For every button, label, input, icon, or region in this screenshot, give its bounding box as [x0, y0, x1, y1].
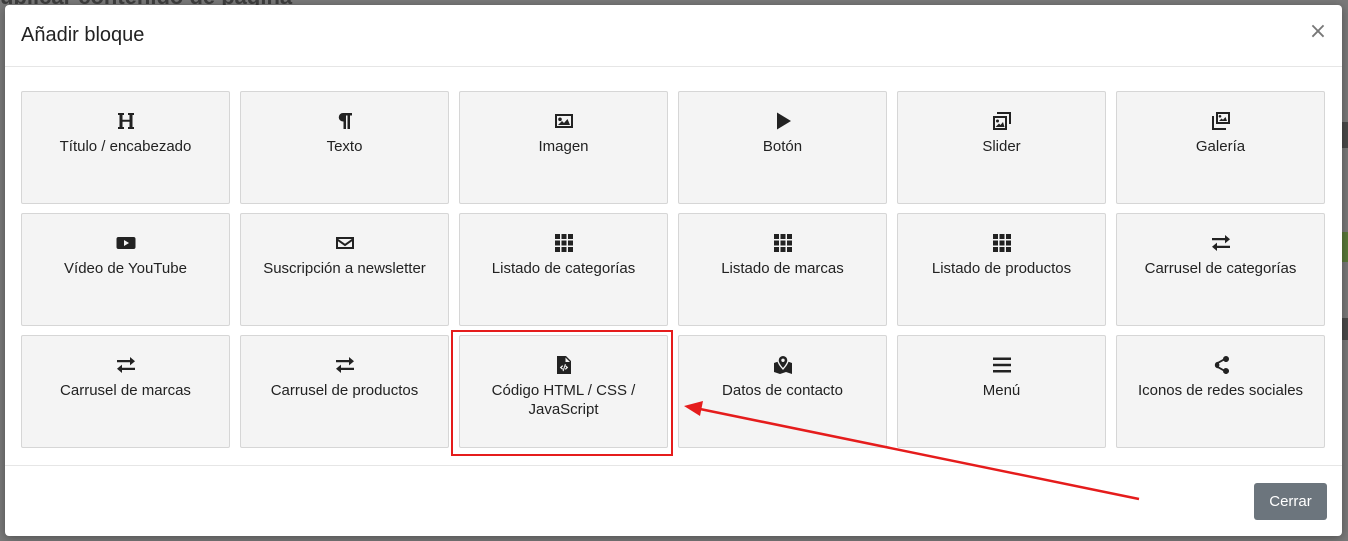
exchange-icon — [1210, 232, 1232, 254]
block-option-label: Suscripción a newsletter — [263, 260, 426, 277]
block-option[interactable]: Suscripción a newsletter — [240, 213, 449, 326]
images-icon — [991, 110, 1013, 132]
block-option[interactable]: Datos de contacto — [678, 335, 887, 448]
block-option-label: Imagen — [538, 138, 589, 155]
grid-icon — [991, 232, 1013, 254]
envelope-icon — [335, 237, 354, 249]
close-icon[interactable]: × — [1308, 21, 1328, 43]
modal-body: Título / encabezado Texto Imagen Botón Slide… — [21, 91, 1325, 448]
block-option[interactable]: Listado de productos — [897, 213, 1106, 326]
grid-icon — [773, 234, 792, 252]
map-marked-icon — [773, 356, 792, 374]
block-option[interactable]: Vídeo de YouTube — [21, 213, 230, 326]
block-option-label: Vídeo de YouTube — [64, 260, 187, 277]
block-option-label: Título / encabezado — [59, 138, 192, 155]
block-option-label: Carrusel de categorías — [1144, 260, 1297, 277]
file-code-icon — [556, 356, 571, 374]
images-icon — [992, 112, 1011, 130]
block-option[interactable]: Iconos de redes sociales — [1116, 335, 1325, 448]
block-option-label: Carrusel de productos — [270, 382, 419, 399]
grid-icon — [554, 234, 573, 252]
image-icon — [554, 114, 573, 128]
share-icon — [1210, 354, 1232, 376]
grid-icon — [553, 232, 575, 254]
play-icon — [776, 112, 791, 130]
envelope-icon — [334, 232, 356, 254]
play-icon — [772, 110, 794, 132]
exchange-icon — [334, 354, 356, 376]
block-option[interactable]: Carrusel de marcas — [21, 335, 230, 448]
modal-footer: Cerrar — [5, 465, 1342, 537]
share-icon — [1214, 356, 1229, 374]
map-marked-icon — [772, 354, 794, 376]
image-icon — [553, 110, 575, 132]
grid-icon — [992, 234, 1011, 252]
exchange-icon — [115, 354, 137, 376]
modal-title: Añadir bloque — [21, 24, 145, 46]
grid-icon — [772, 232, 794, 254]
close-button[interactable]: Cerrar — [1254, 483, 1327, 520]
file-code-icon — [553, 354, 575, 376]
gallery-icon — [1210, 110, 1232, 132]
exchange-icon — [335, 357, 354, 373]
modal-header: Añadir bloque × — [5, 5, 1342, 67]
block-option[interactable]: Listado de categorías — [459, 213, 668, 326]
block-option[interactable]: Listado de marcas — [678, 213, 887, 326]
block-option[interactable]: Imagen — [459, 91, 668, 204]
block-option-label: Carrusel de marcas — [60, 382, 191, 399]
heading-icon — [115, 110, 137, 132]
block-option[interactable]: Carrusel de categorías — [1116, 213, 1325, 326]
block-option-label: Menú — [982, 382, 1021, 399]
block-option-label: Listado de categorías — [491, 260, 636, 277]
block-option[interactable]: Galería — [1116, 91, 1325, 204]
block-option[interactable]: Código HTML / CSS / JavaScript — [459, 335, 668, 448]
block-option[interactable]: Texto — [240, 91, 449, 204]
block-option-label: Botón — [762, 138, 803, 155]
block-option[interactable]: Título / encabezado — [21, 91, 230, 204]
youtube-icon — [115, 232, 137, 254]
block-option-label: Código HTML / CSS / JavaScript — [491, 382, 636, 418]
block-option[interactable]: Menú — [897, 335, 1106, 448]
block-option-label: Slider — [982, 138, 1021, 155]
bars-icon — [991, 354, 1013, 376]
add-block-modal: Añadir bloque × Título / encabezado Texto… — [5, 5, 1342, 536]
paragraph-icon — [338, 113, 352, 129]
block-grid: Título / encabezado Texto Imagen Botón Slide… — [21, 91, 1325, 448]
bars-icon — [992, 357, 1011, 373]
block-option-label: Iconos de redes sociales — [1137, 382, 1304, 399]
block-option[interactable]: Botón — [678, 91, 887, 204]
block-option[interactable]: Carrusel de productos — [240, 335, 449, 448]
gallery-icon — [1211, 112, 1230, 130]
exchange-icon — [1211, 235, 1230, 251]
youtube-icon — [116, 237, 135, 249]
heading-icon — [117, 113, 134, 129]
block-option-label: Listado de productos — [931, 260, 1072, 277]
block-option-label: Galería — [1195, 138, 1246, 155]
block-option-label: Listado de marcas — [721, 260, 844, 277]
exchange-icon — [116, 357, 135, 373]
block-option[interactable]: Slider — [897, 91, 1106, 204]
block-option-label: Datos de contacto — [722, 382, 843, 399]
paragraph-icon — [334, 110, 356, 132]
block-option-label: Texto — [326, 138, 363, 155]
